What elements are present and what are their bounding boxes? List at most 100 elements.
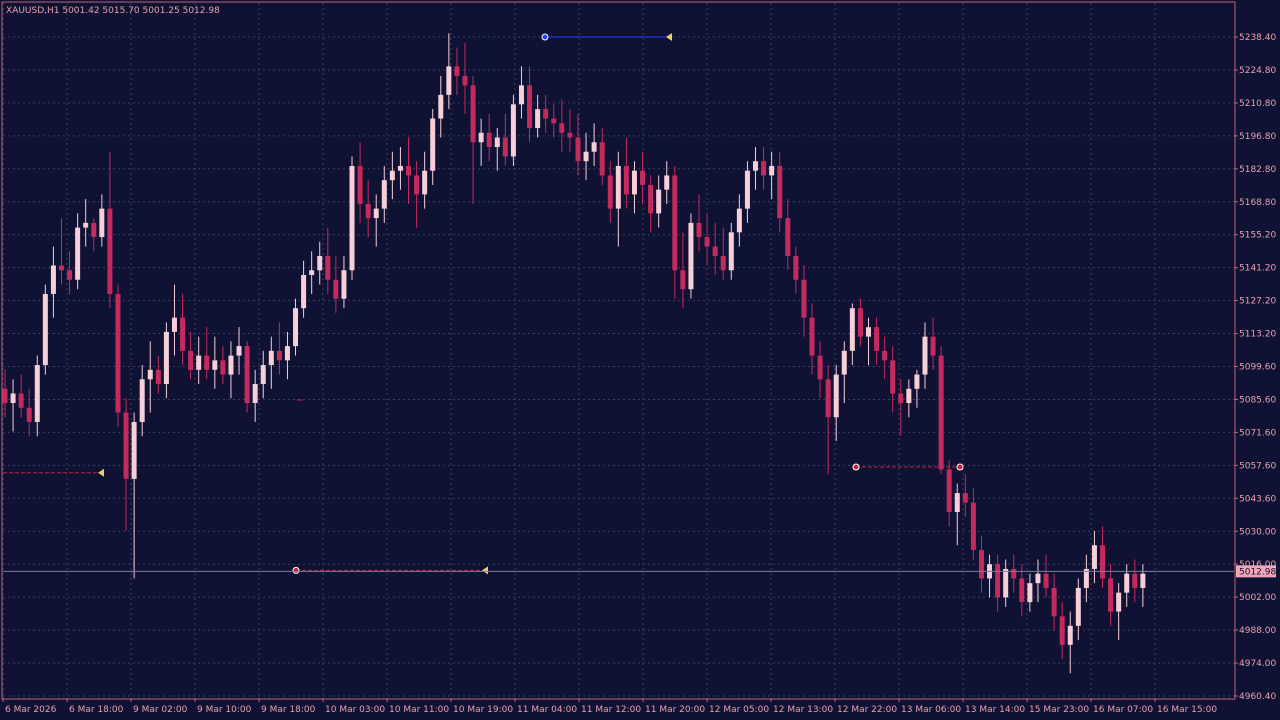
candle-bear [414, 175, 420, 195]
candle-bull [1116, 592, 1122, 612]
candle-bear [276, 350, 282, 361]
candle-bull [42, 293, 48, 366]
candle-bear [874, 327, 880, 351]
time-label: 9 Mar 10:00 [197, 705, 252, 715]
candle-bull [446, 66, 452, 95]
candle-bear [406, 165, 411, 176]
price-label: 5168.80 [1239, 198, 1276, 208]
candle-bear [527, 85, 533, 129]
price-label: 5113.20 [1239, 330, 1276, 340]
candle-bear [898, 393, 904, 404]
time-label: 12 Mar 22:00 [837, 705, 897, 715]
red-entry-marker [852, 463, 860, 471]
candle-bull [10, 393, 16, 404]
candle-bear [155, 369, 161, 385]
time-label: 11 Mar 04:00 [517, 705, 577, 715]
price-label: 5043.60 [1239, 494, 1276, 504]
candle-bull [865, 327, 871, 337]
time-label: 11 Mar 20:00 [645, 705, 705, 715]
candle-bull [535, 109, 541, 129]
price-label: 4974.00 [1239, 659, 1276, 669]
price-label: 5030.00 [1239, 527, 1276, 537]
candle-bull [753, 161, 759, 171]
candle-bear [551, 118, 557, 124]
candle-bull [631, 170, 637, 195]
candle-bear [817, 355, 823, 380]
candle-bear [890, 360, 896, 394]
candle-bear [801, 279, 807, 318]
candle-bear [1059, 616, 1065, 645]
price-label: 4960.40 [1239, 692, 1276, 702]
candle-bull [301, 274, 307, 309]
candle-bear [559, 123, 565, 133]
candle-bear [1051, 587, 1057, 617]
candle-bear [1100, 545, 1106, 579]
candle-bear [793, 256, 799, 280]
candle-bear [204, 355, 210, 370]
time-label: 16 Mar 15:00 [1157, 705, 1217, 715]
candle-bear [761, 161, 767, 176]
candle-bear [123, 412, 129, 479]
candle-bear [1043, 573, 1049, 588]
candle-bull [196, 355, 202, 370]
candle-bear [599, 142, 605, 176]
candle-bear [180, 317, 186, 351]
candle-bull [510, 104, 516, 157]
candle-bear [607, 175, 613, 209]
candle-bull [422, 170, 428, 195]
candle-bull [389, 170, 395, 181]
candle-bear [486, 132, 492, 147]
candle-bull [1035, 573, 1041, 584]
price-label: 5071.60 [1239, 428, 1276, 438]
candle-bear [1108, 578, 1114, 612]
candle-bear [220, 360, 226, 375]
chart-window[interactable]: 5238.40 5224.80 5210.80 5196.80 5182.80 5168.… [0, 0, 1280, 720]
candle-bull [688, 222, 694, 290]
candle-bear [648, 184, 654, 214]
candle-bull [478, 132, 484, 143]
candle-bull [131, 421, 137, 479]
candle-bull [583, 151, 589, 162]
candle-bear [825, 379, 831, 418]
candle-bear [2, 388, 8, 404]
candle-bull [147, 369, 153, 380]
price-label: 5085.60 [1239, 395, 1276, 405]
price-chart[interactable]: 5238.40 5224.80 5210.80 5196.80 5182.80 5168.… [0, 0, 1280, 720]
candle-bull [1140, 573, 1146, 588]
candle-bear [785, 218, 791, 257]
candle-bear [938, 355, 944, 470]
candle-bull [228, 355, 234, 375]
time-label: 9 Mar 18:00 [261, 705, 316, 715]
candle-bull [139, 379, 145, 422]
price-label: 5210.80 [1239, 99, 1276, 109]
candle-bear [930, 336, 936, 356]
time-label: 13 Mar 06:00 [901, 705, 961, 715]
red-exit-marker [956, 463, 964, 471]
candle-bull [1091, 545, 1097, 569]
time-label: 10 Mar 19:00 [453, 705, 513, 715]
candle-bull [397, 165, 403, 171]
candle-bull [212, 360, 218, 370]
price-label: 5057.60 [1239, 461, 1276, 471]
candle-bear [470, 85, 476, 143]
price-label: 5155.20 [1239, 231, 1276, 241]
time-label: 12 Mar 13:00 [773, 705, 833, 715]
candle-bull [268, 350, 274, 366]
candle-bull [954, 493, 960, 513]
time-label: 11 Mar 12:00 [581, 705, 641, 715]
candle-bear [696, 222, 702, 238]
candle-bear [946, 469, 952, 513]
price-label: 5127.20 [1239, 297, 1276, 307]
candle-bull [1027, 583, 1033, 603]
candle-bull [75, 227, 81, 280]
candle-bear [91, 222, 97, 238]
candle-bull [656, 189, 662, 214]
candle-bull [906, 388, 912, 404]
candle-bull [99, 208, 105, 238]
candle-bull [34, 365, 40, 422]
candle-bull [728, 232, 734, 271]
candle-bear [462, 75, 468, 86]
time-label: 9 Mar 02:00 [133, 705, 188, 715]
price-label: 5099.60 [1239, 363, 1276, 373]
candle-bull [914, 374, 920, 389]
